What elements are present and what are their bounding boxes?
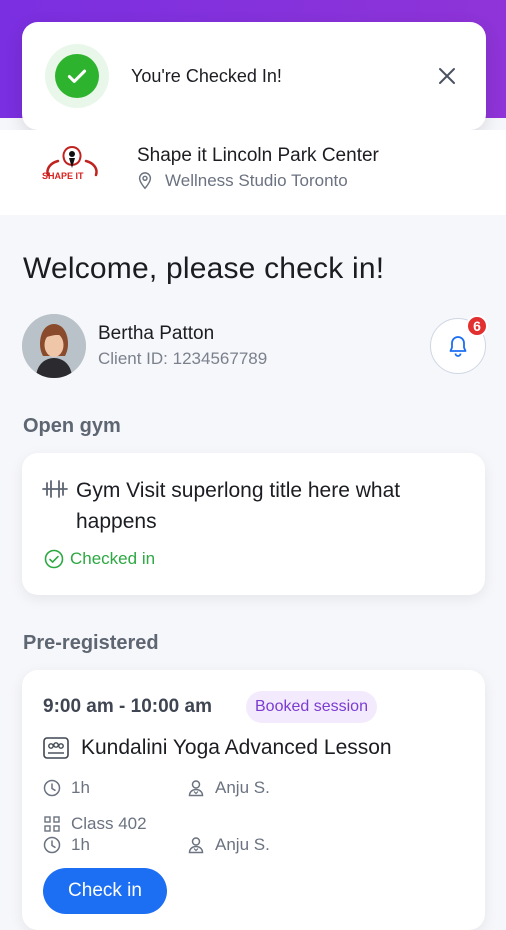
class-icon [43,737,69,759]
close-icon[interactable] [430,59,464,93]
preregistered-heading: Pre-registered [23,632,159,654]
gym-location-label: Wellness Studio Toronto [165,171,348,190]
class-title: Kundalini Yoga Advanced Lesson [81,736,392,759]
dumbbell-icon [42,480,68,498]
room-icon [44,816,60,832]
instructor-meta: Anju S. [187,778,270,798]
checked-in-label: Checked in [70,549,156,568]
duration-label: 1h [71,778,90,797]
toast-message: You're Checked In! [131,65,282,86]
map-pin-icon [138,172,152,190]
duration-meta: 1h [43,778,90,798]
logo-text: SHAPE IT [42,171,84,181]
instructor-icon [188,780,204,797]
session-time: 9:00 am - 10:00 am [43,696,212,717]
instructor-meta-2: Anju S. [187,835,270,855]
notification-count-badge: 6 [466,315,488,337]
gym-location: Wellness Studio Toronto [137,171,348,191]
room-meta: Class 402 [43,814,147,834]
duration-meta-2: 1h [43,835,90,855]
clock-icon [43,836,61,854]
checkin-toast: You're Checked In! [22,22,486,130]
client-name: Bertha Patton [98,323,215,344]
clock-icon [43,779,61,797]
check-circle-icon [45,44,109,108]
gym-visit-title: Gym Visit superlong title here what happ… [76,479,401,533]
page-title: Welcome, please check in! [23,252,385,285]
check-in-button[interactable]: Check in [43,868,167,914]
booked-session-badge: Booked session [246,691,377,723]
check-circle-icon [44,549,64,569]
room-label: Class 402 [71,814,147,833]
gym-visit-card[interactable]: Gym Visit superlong title here what happ… [22,453,485,595]
studio-logo: SHAPE IT [40,143,104,193]
bell-icon [449,336,467,357]
session-card: 9:00 am - 10:00 am Booked session Kundal… [22,670,485,930]
open-gym-heading: Open gym [23,415,121,437]
instructor-label: Anju S. [215,778,270,797]
class-row: Kundalini Yoga Advanced Lesson [43,736,392,760]
checked-in-status: Checked in [44,549,155,569]
instructor-label-2: Anju S. [215,835,270,854]
avatar [22,314,86,378]
gym-name: Shape it Lincoln Park Center [137,145,379,166]
studio-header: SHAPE IT Shape it Lincoln Park Center We… [0,130,506,215]
instructor-icon [188,837,204,854]
client-id: Client ID: 1234567789 [98,349,268,368]
duration-label-2: 1h [71,835,90,854]
